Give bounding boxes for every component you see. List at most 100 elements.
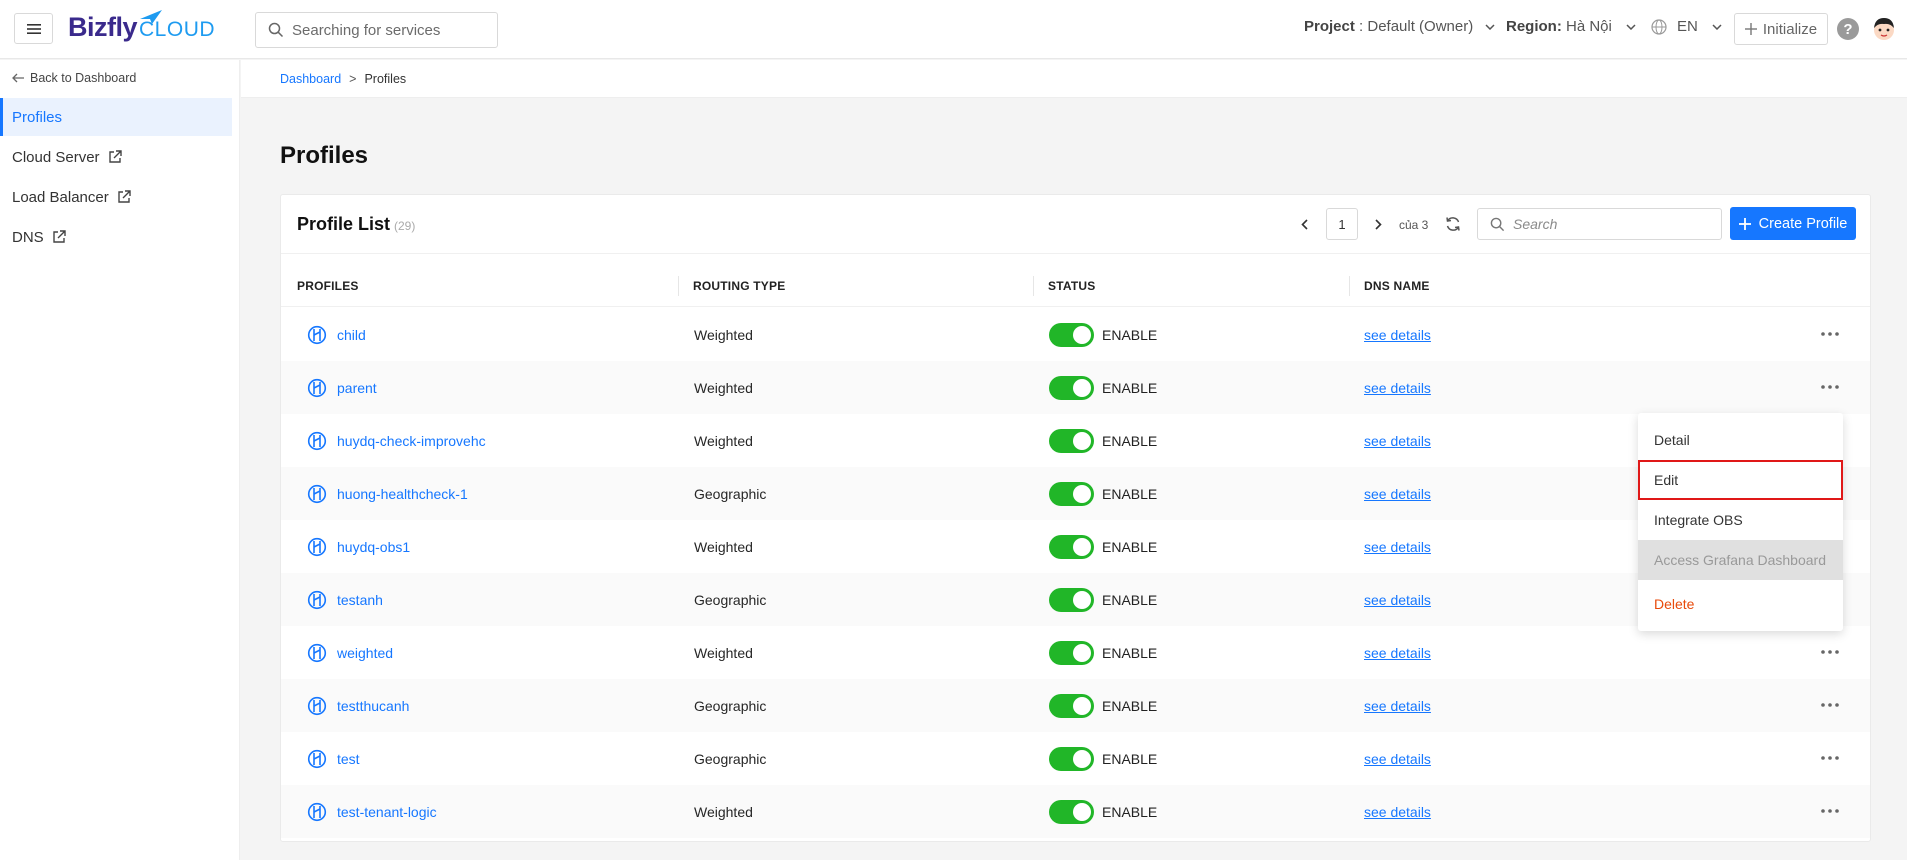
column-divider	[1349, 276, 1350, 296]
status-toggle[interactable]	[1049, 375, 1094, 400]
dns-see-details-link[interactable]: see details	[1364, 380, 1431, 396]
plus-icon	[1738, 217, 1751, 230]
arrow-left-icon	[12, 73, 24, 83]
sidebar-item-load-balancer[interactable]: Load Balancer	[0, 178, 232, 216]
profile-cell: huydq-check-improvehc	[307, 414, 486, 467]
bizfly-logo[interactable]: Bizfly CLOUD	[68, 10, 215, 48]
refresh-icon[interactable]	[1444, 215, 1462, 233]
dns-see-details-link[interactable]: see details	[1364, 486, 1431, 502]
status-toggle[interactable]	[1049, 746, 1094, 771]
breadcrumb-dashboard-link[interactable]: Dashboard	[280, 72, 341, 86]
menu-item-integrate-obs[interactable]: Integrate OBS	[1638, 500, 1843, 540]
create-profile-button[interactable]: Create Profile	[1730, 207, 1856, 240]
breadcrumb: Dashboard > Profiles	[241, 60, 1907, 98]
sidebar-item-cloud-server[interactable]: Cloud Server	[0, 138, 232, 176]
profile-name-link[interactable]: huydq-check-improvehc	[337, 433, 486, 449]
hamburger-menu-button[interactable]	[14, 13, 53, 44]
prev-page-button[interactable]	[1293, 213, 1315, 235]
chevron-left-icon	[1300, 218, 1308, 230]
project-selector[interactable]: Project : Default (Owner)	[1304, 18, 1495, 35]
dns-see-details-link[interactable]: see details	[1364, 433, 1431, 449]
row-more-actions-button[interactable]	[1820, 378, 1840, 396]
profile-name-link[interactable]: test	[337, 751, 360, 767]
routing-type-cell: Geographic	[694, 467, 766, 520]
dns-see-details-link[interactable]: see details	[1364, 804, 1431, 820]
column-header-dns-name: DNS NAME	[1364, 279, 1430, 293]
sidebar-item-profiles[interactable]: Profiles	[0, 98, 232, 136]
back-to-dashboard-link[interactable]: Back to Dashboard	[12, 71, 136, 85]
profile-cell: huydq-obs1	[307, 520, 410, 573]
dns-see-details-link[interactable]: see details	[1364, 327, 1431, 343]
status-text: ENABLE	[1102, 326, 1158, 343]
more-dots-icon	[1821, 809, 1839, 813]
row-more-actions-button[interactable]	[1820, 643, 1840, 661]
initialize-button[interactable]: Initialize	[1734, 13, 1828, 45]
profile-name-link[interactable]: testthucanh	[337, 698, 409, 714]
profile-icon	[307, 325, 327, 345]
help-icon[interactable]: ?	[1837, 18, 1859, 40]
profile-name-link[interactable]: weighted	[337, 645, 393, 661]
next-page-button[interactable]	[1367, 213, 1389, 235]
status-text: ENABLE	[1102, 644, 1158, 661]
status-toggle[interactable]	[1049, 640, 1094, 665]
row-more-actions-button[interactable]	[1820, 749, 1840, 767]
status-toggle[interactable]	[1049, 322, 1094, 347]
profile-name-link[interactable]: huong-healthcheck-1	[337, 486, 468, 502]
page-title: Profiles	[280, 142, 369, 169]
profile-name-link[interactable]: testanh	[337, 592, 383, 608]
status-toggle[interactable]	[1049, 587, 1094, 612]
dns-see-details-link[interactable]: see details	[1364, 698, 1431, 714]
search-icon	[1490, 217, 1505, 231]
language-text: EN	[1677, 18, 1698, 35]
dns-see-details-link[interactable]: see details	[1364, 751, 1431, 767]
service-search-box[interactable]	[255, 12, 498, 48]
table-row: weighted Weighted ENABLE see details	[281, 626, 1870, 679]
dns-see-details-link[interactable]: see details	[1364, 645, 1431, 661]
profile-name-link[interactable]: huydq-obs1	[337, 539, 410, 555]
profile-name-link[interactable]: child	[337, 327, 366, 343]
menu-item-access-grafana-dashboard[interactable]: Access Grafana Dashboard	[1638, 540, 1843, 580]
row-more-actions-button[interactable]	[1820, 802, 1840, 820]
hamburger-icon	[26, 23, 41, 34]
more-dots-icon	[1821, 650, 1839, 654]
status-toggle[interactable]	[1049, 534, 1094, 559]
current-page-input[interactable]: 1	[1326, 208, 1358, 240]
dns-cell: see details	[1364, 732, 1431, 785]
more-dots-icon	[1821, 332, 1839, 336]
status-toggle[interactable]	[1049, 481, 1094, 506]
dns-cell: see details	[1364, 414, 1431, 467]
profile-name-link[interactable]: parent	[337, 380, 377, 396]
menu-item-delete[interactable]: Delete	[1638, 584, 1843, 624]
column-header-profiles: PROFILES	[297, 279, 359, 293]
user-avatar[interactable]	[1871, 16, 1897, 42]
language-selector[interactable]: EN	[1651, 18, 1722, 35]
status-cell: ENABLE	[1049, 679, 1157, 732]
profile-search-box[interactable]	[1477, 208, 1722, 240]
profile-search-input[interactable]	[1513, 216, 1703, 232]
region-selector[interactable]: Region: Hà Nội	[1506, 18, 1636, 35]
status-toggle[interactable]	[1049, 428, 1094, 453]
sidebar-item-dns[interactable]: DNS	[0, 218, 232, 256]
back-label: Back to Dashboard	[30, 71, 137, 85]
status-toggle[interactable]	[1049, 693, 1094, 718]
create-profile-label: Create Profile	[1758, 215, 1848, 232]
menu-item-edit[interactable]: Edit	[1638, 460, 1843, 500]
row-more-actions-button[interactable]	[1820, 325, 1840, 343]
dns-cell: see details	[1364, 467, 1431, 520]
status-toggle[interactable]	[1049, 799, 1094, 824]
service-search-input[interactable]	[292, 21, 482, 39]
profile-cell: test	[307, 732, 360, 785]
profile-count: (29)	[394, 219, 416, 233]
menu-item-detail[interactable]: Detail	[1638, 420, 1843, 460]
profile-name-link[interactable]: test-tenant-logic	[337, 804, 437, 820]
sidebar: Back to Dashboard Profiles Cloud Server …	[0, 60, 240, 860]
routing-type-cell: Weighted	[694, 626, 753, 679]
dns-see-details-link[interactable]: see details	[1364, 539, 1431, 555]
status-cell: ENABLE	[1049, 414, 1157, 467]
external-link-icon	[52, 230, 66, 243]
profile-icon	[307, 378, 327, 398]
status-cell: ENABLE	[1049, 732, 1157, 785]
row-more-actions-button[interactable]	[1820, 696, 1840, 714]
dns-see-details-link[interactable]: see details	[1364, 592, 1431, 608]
column-divider	[1033, 276, 1034, 296]
